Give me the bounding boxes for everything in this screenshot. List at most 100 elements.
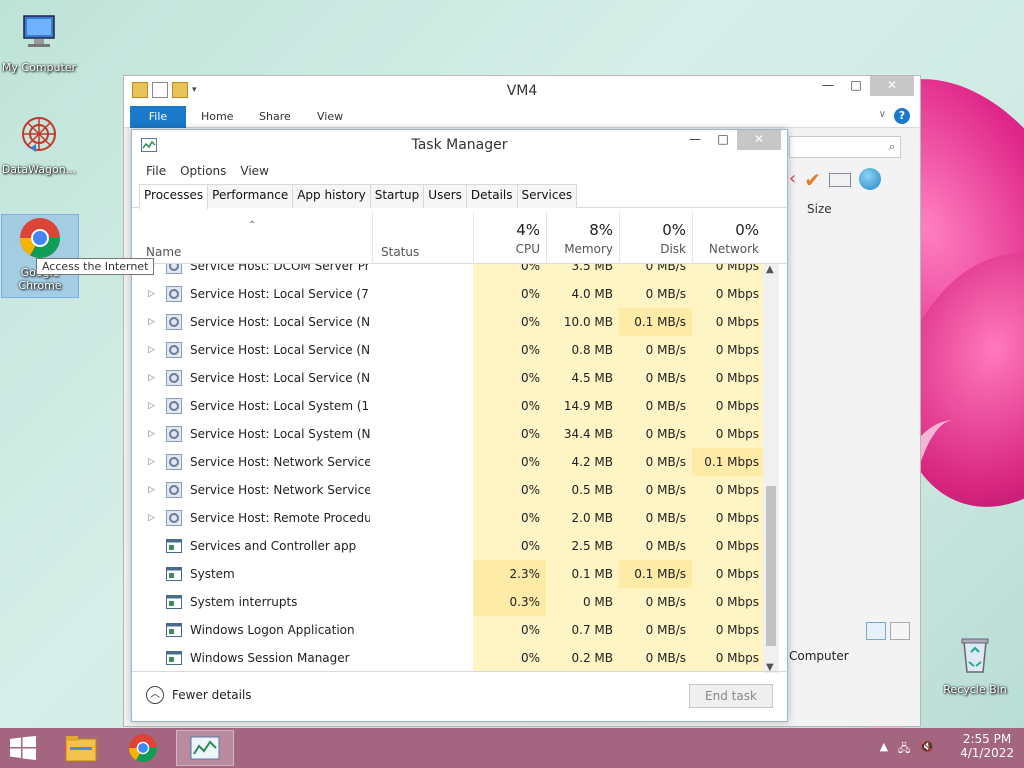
expand-chevron-icon[interactable]: ▷	[148, 364, 155, 392]
tab-startup[interactable]: Startup	[369, 184, 425, 208]
ribbon-tab-share[interactable]: Share	[259, 110, 291, 123]
tab-details[interactable]: Details	[465, 184, 518, 208]
process-row[interactable]: Services and Controller app 0% 2.5 MB 0 MB/…	[132, 532, 765, 560]
process-row[interactable]: ▷ Service Host: Local Service (Net... 0%10…	[132, 308, 765, 336]
cpu-label: CPU	[515, 242, 540, 256]
expand-chevron-icon[interactable]: ▷	[148, 448, 155, 476]
process-row[interactable]: ▷ Service Host: Local System (15) 0% 14.9 M…	[132, 392, 765, 420]
task-manager-footer: ︿ Fewer details End task	[132, 671, 787, 721]
scroll-up-icon[interactable]: ▲	[766, 264, 774, 275]
menu-file[interactable]: File	[146, 164, 166, 178]
expand-chevron-icon[interactable]: ▷	[148, 476, 155, 504]
maximize-button[interactable]: □	[842, 76, 870, 96]
large-icons-view-icon[interactable]	[890, 622, 910, 640]
process-network: 0 Mbps	[692, 264, 765, 280]
show-hidden-icons-icon[interactable]: ▲	[880, 740, 888, 759]
scrollbar-thumb[interactable]	[766, 486, 776, 646]
expand-chevron-icon[interactable]: ▷	[148, 336, 155, 364]
process-name: System	[190, 567, 235, 581]
explorer-window-controls: — □ ✕	[814, 76, 914, 96]
process-row[interactable]: ▷ Service Host: Network Service (... 0%0.5…	[132, 476, 765, 504]
desktop-icon-google-chrome[interactable]: Google Chrome	[1, 214, 79, 298]
process-disk: 0 MB/s	[619, 504, 692, 532]
expand-chevron-icon[interactable]: ▷	[148, 308, 155, 336]
end-task-button[interactable]: End task	[689, 684, 773, 708]
minimize-button[interactable]: —	[814, 76, 842, 96]
process-memory: 0.5 MB	[546, 476, 619, 504]
process-row[interactable]: ▷ Service Host: Local Service (No ... 0%4.…	[132, 364, 765, 392]
desktop-icon-my-computer[interactable]: My Computer	[0, 10, 78, 74]
details-view-icon[interactable]	[866, 622, 886, 640]
process-row[interactable]: ▷Service Host: Local Service (No I...0%0…	[132, 336, 765, 364]
tab-processes[interactable]: Processes	[139, 184, 209, 209]
ribbon-tab-file[interactable]: File	[130, 106, 186, 128]
taskbar-task-manager[interactable]	[176, 730, 234, 766]
process-cpu: 0%	[473, 336, 546, 364]
scrollbar[interactable]: ▲ ▼	[763, 264, 779, 673]
process-disk: 0 MB/s	[619, 448, 692, 476]
column-header-network[interactable]: 0% Network	[692, 212, 765, 264]
column-header-name[interactable]: Name	[146, 245, 181, 259]
close-button[interactable]: ✕	[870, 76, 914, 96]
column-header-memory[interactable]: 8% Memory	[546, 212, 619, 264]
tab-users[interactable]: Users	[423, 184, 467, 208]
column-header-disk[interactable]: 0% Disk	[619, 212, 692, 264]
windows-start-icon[interactable]	[10, 736, 36, 760]
minimize-button[interactable]: —	[681, 130, 709, 150]
menu-options[interactable]: Options	[180, 164, 226, 178]
task-manager-titlebar[interactable]: Task Manager — □ ✕	[132, 130, 787, 160]
ribbon-tab-view[interactable]: View	[317, 110, 343, 123]
clock[interactable]: 2:55 PM 4/1/2022	[960, 732, 1014, 760]
desktop-icon-recycle-bin[interactable]: Recycle Bin	[936, 632, 1014, 696]
undo-icon[interactable]: ‹	[789, 168, 796, 192]
tab-app-history[interactable]: App history	[292, 184, 371, 208]
column-header-status[interactable]: Status	[372, 212, 473, 264]
process-row[interactable]: ▷ Service Host: Local System (Net... 0%34.…	[132, 420, 765, 448]
taskbar-file-explorer[interactable]	[52, 730, 110, 766]
maximize-button[interactable]: □	[709, 130, 737, 150]
search-input[interactable]: ⌕	[789, 136, 901, 158]
service-gear-icon	[166, 370, 182, 386]
process-row[interactable]: ▷Service Host: DCOM Server Proc...0%3.5 …	[132, 264, 765, 280]
process-row[interactable]: Windows Logon Application 0% 0.7 MB 0 MB/s 0…	[132, 616, 765, 644]
desktop-icon-datawagon[interactable]: DataWagon...	[0, 112, 78, 176]
volume-muted-icon[interactable]: 🔇	[920, 740, 934, 759]
memory-total-percent: 8%	[589, 221, 613, 239]
process-row[interactable]: Windows Session Manager 0% 0.2 MB 0 MB/s 0 M…	[132, 644, 765, 672]
process-row[interactable]: ▷ Service Host: Local Service (7) 0% 4.0 MB…	[132, 280, 765, 308]
tab-services[interactable]: Services	[516, 184, 578, 208]
expand-chevron-icon[interactable]: ▷	[148, 392, 155, 420]
column-header-status-label: Status	[381, 245, 420, 259]
ribbon-tab-home[interactable]: Home	[201, 110, 233, 123]
process-row[interactable]: System 2.3% 0.1 MB 0.1 MB/s 0 Mbps	[132, 560, 765, 588]
rename-icon[interactable]	[828, 173, 851, 187]
process-cpu: 0%	[473, 644, 546, 672]
taskbar-chrome[interactable]	[114, 730, 172, 766]
network-icon[interactable]: 🖧	[898, 740, 910, 759]
fewer-details-button[interactable]: ︿ Fewer details	[146, 686, 252, 704]
desktop-icon-label: Recycle Bin	[943, 683, 1007, 696]
recycle-bin-icon	[961, 638, 989, 673]
explorer-title: VM4	[506, 83, 538, 99]
task-manager-window[interactable]: Task Manager — □ ✕ File Options View Pro…	[131, 129, 788, 722]
process-row[interactable]: ▷ Service Host: Remote Procedure... 0%2.0 …	[132, 504, 765, 532]
tab-performance[interactable]: Performance	[207, 184, 294, 208]
expand-chevron-icon[interactable]: ▷	[148, 280, 155, 308]
help-icon[interactable]: ?	[894, 108, 910, 124]
close-button[interactable]: ✕	[737, 130, 781, 150]
process-row[interactable]: ▷ Service Host: Network Service (4) 0%4.2 …	[132, 448, 765, 476]
expand-chevron-icon[interactable]: ▷	[148, 504, 155, 532]
system-tray: ▲ 🖧 🔇	[880, 740, 934, 759]
process-disk: 0 MB/s	[619, 420, 692, 448]
column-header-size[interactable]: Size	[807, 202, 832, 216]
process-row[interactable]: System interrupts 0.3% 0 MB 0 MB/s 0 Mbps	[132, 588, 765, 616]
expand-ribbon-icon[interactable]: ∨	[879, 109, 886, 120]
menu-view[interactable]: View	[240, 164, 268, 178]
window-app-icon	[166, 539, 182, 553]
expand-chevron-icon[interactable]: ▷	[148, 420, 155, 448]
column-header-cpu[interactable]: 4% CPU	[473, 212, 546, 264]
explorer-titlebar[interactable]: ▾ VM4 — □ ✕	[124, 76, 920, 106]
checkmark-icon[interactable]: ✔	[804, 168, 821, 192]
network-globe-icon[interactable]	[858, 168, 881, 190]
sort-ascending-icon: ⌃	[248, 220, 257, 231]
